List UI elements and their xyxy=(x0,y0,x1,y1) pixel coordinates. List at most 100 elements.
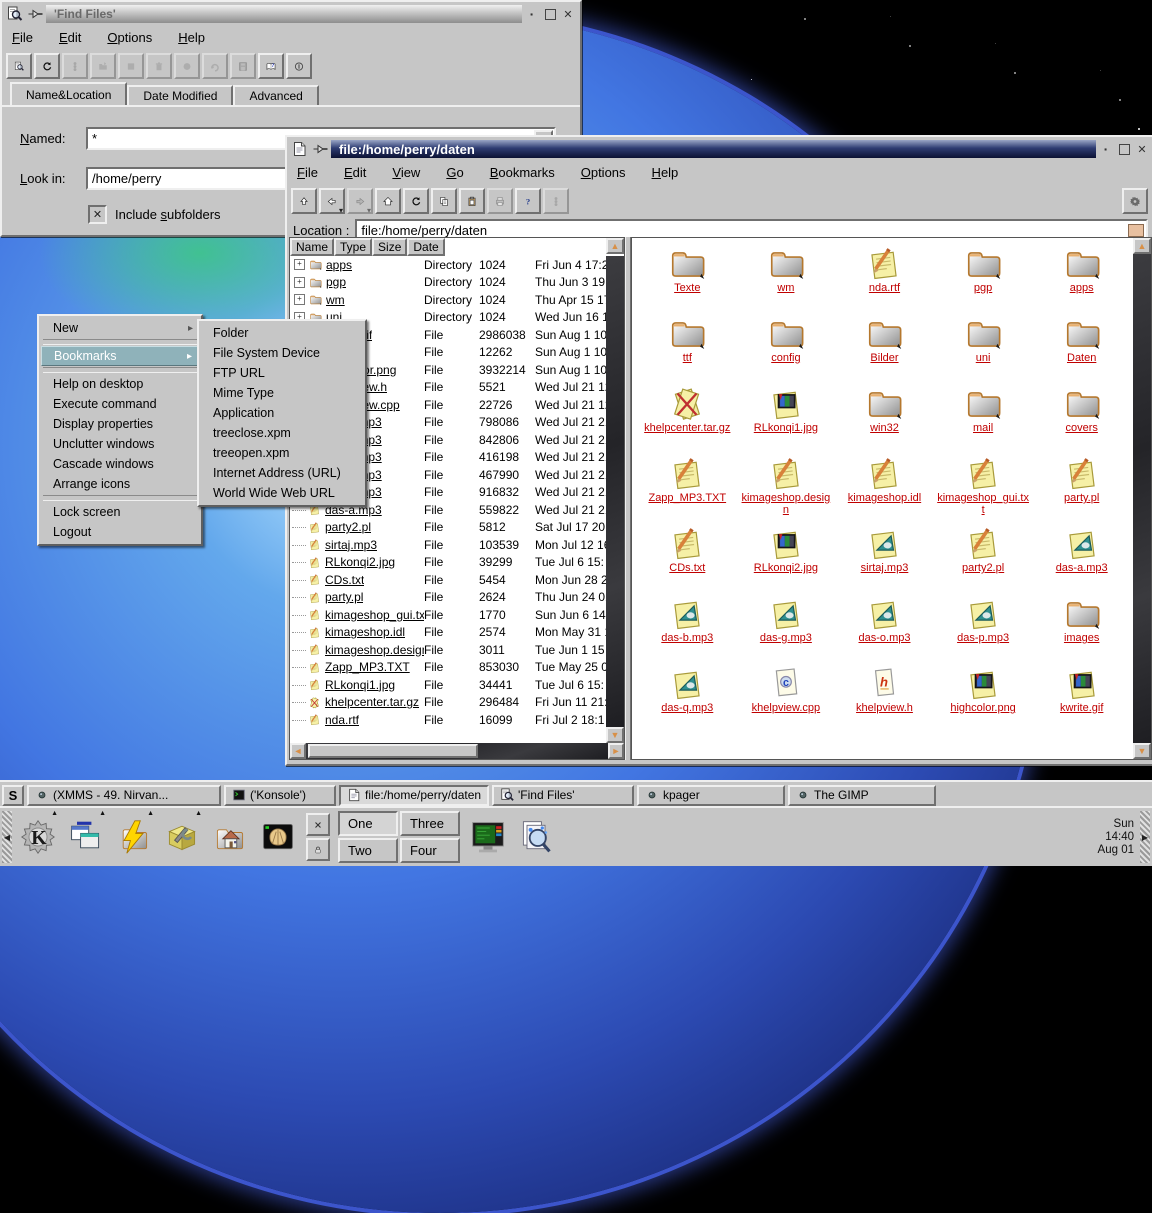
menu-item[interactable]: Options xyxy=(581,165,626,180)
table-row-note[interactable]: party2.pl File 5812 Sat Jul 17 20: xyxy=(290,519,606,537)
column-header[interactable]: Date xyxy=(407,238,444,256)
panel-launcher-findbig[interactable] xyxy=(512,812,560,862)
toolbar-button-find[interactable] xyxy=(6,53,32,79)
file-icon-folder[interactable]: images xyxy=(1032,594,1131,664)
toolbar-button-stop[interactable] xyxy=(543,188,569,214)
toolbar-button-trash[interactable] xyxy=(146,53,172,79)
table-row-folder[interactable]: +wm Directory 1024 Thu Apr 15 17 xyxy=(290,291,606,309)
file-icon-folder[interactable]: win32 xyxy=(835,384,934,454)
tab[interactable]: Advanced xyxy=(233,85,318,105)
table-row-note[interactable]: party.pl File 2624 Thu Jun 24 01 xyxy=(290,589,606,607)
panel-launcher-monitor[interactable] xyxy=(464,812,512,862)
tree-expander-icon[interactable]: + xyxy=(294,294,305,305)
menu-item[interactable]: Go xyxy=(446,165,463,180)
taskbar-task-kfmpage[interactable]: file:/home/perry/daten xyxy=(339,785,489,806)
submenu-item[interactable]: File System Device xyxy=(201,343,363,363)
file-icon-folder[interactable]: ttf xyxy=(638,314,737,384)
panel-hide-handle-right[interactable]: ▶ xyxy=(1140,811,1150,863)
file-icon-sound[interactable]: das-p.mp3 xyxy=(934,594,1033,664)
maximize-button[interactable] xyxy=(1116,141,1132,157)
toolbar-button-help[interactable] xyxy=(515,188,541,214)
scroll-up-button[interactable]: ▲ xyxy=(606,238,624,254)
toolbar-button-back[interactable] xyxy=(319,188,345,214)
submenu-item[interactable]: treeopen.xpm xyxy=(201,443,363,463)
toolbar-button-stop[interactable] xyxy=(62,53,88,79)
taskbar-task-dot[interactable]: kpager xyxy=(637,785,785,806)
menu-item[interactable]: Edit xyxy=(59,30,81,45)
table-row-note[interactable]: Zapp_MP3.TXT File 853030 Tue May 25 0 xyxy=(290,659,606,677)
menu-item[interactable]: Bookmarks▸ xyxy=(41,346,199,366)
table-row-note[interactable]: sirtaj.mp3 File 103539 Mon Jul 12 16 xyxy=(290,536,606,554)
column-header[interactable]: Size xyxy=(372,238,407,256)
sticky-pin-icon[interactable] xyxy=(27,6,44,22)
scroll-right-button[interactable]: ► xyxy=(608,743,624,759)
taskbar-task-dot[interactable]: (XMMS - 49. Nirvan... xyxy=(27,785,221,806)
minimize-button[interactable]: · xyxy=(524,6,540,22)
toolbar-button-reload[interactable] xyxy=(34,53,60,79)
file-icon-folder[interactable]: uni xyxy=(934,314,1033,384)
kfm-titlebar[interactable]: file:/home/perry/daten · ✕ xyxy=(289,139,1152,159)
file-icon-sound[interactable]: das-o.mp3 xyxy=(835,594,934,664)
file-icon-folder[interactable]: wm xyxy=(737,244,836,314)
file-icon-hdr[interactable]: khelpview.h xyxy=(835,664,934,734)
file-icon-note[interactable]: nda.rtf xyxy=(835,244,934,314)
submenu-item[interactable]: Internet Address (URL) xyxy=(201,463,363,483)
scroll-down-button[interactable]: ▼ xyxy=(606,727,624,743)
table-row-note[interactable]: kimageshop_gui.txt File 1770 Sun Jun 6 1… xyxy=(290,606,606,624)
scroll-left-button[interactable]: ◄ xyxy=(290,743,306,759)
pager-button[interactable]: One xyxy=(338,811,398,836)
taskbar-start-button[interactable]: S xyxy=(2,785,24,806)
submenu-item[interactable]: FTP URL xyxy=(201,363,363,383)
maximize-button[interactable] xyxy=(542,6,558,22)
toolbar-button-info[interactable] xyxy=(286,53,312,79)
file-icon-folder[interactable]: Bilder xyxy=(835,314,934,384)
file-icon-folder[interactable]: covers xyxy=(1032,384,1131,454)
toolbar-button-forward[interactable] xyxy=(347,188,373,214)
column-header[interactable]: Type xyxy=(334,238,372,256)
tree-expander-icon[interactable]: + xyxy=(294,277,305,288)
menu-item[interactable]: View xyxy=(392,165,420,180)
close-button[interactable]: ✕ xyxy=(560,6,576,22)
file-icon-sound[interactable]: das-a.mp3 xyxy=(1032,524,1131,594)
panel-launcher-flash[interactable] xyxy=(110,812,158,862)
pager-button[interactable]: Two xyxy=(338,838,398,863)
file-manager-window[interactable]: file:/home/perry/daten · ✕ FileEditViewG… xyxy=(285,135,1152,766)
table-row-note[interactable]: kimageshop.design File 3011 Tue Jun 1 15 xyxy=(290,641,606,659)
file-icon-note[interactable]: CDs.txt xyxy=(638,524,737,594)
table-row-note[interactable]: kimageshop.idl File 2574 Mon May 31 1 xyxy=(290,624,606,642)
toolbar-button-paste[interactable] xyxy=(459,188,485,214)
panel-launcher-shell[interactable] xyxy=(254,812,302,862)
panel-mini-button-lock[interactable] xyxy=(306,838,330,861)
file-icon-sound[interactable]: das-b.mp3 xyxy=(638,594,737,664)
file-icon-note[interactable]: Zapp_MP3.TXT xyxy=(638,454,737,524)
pager-button[interactable]: Four xyxy=(400,838,460,863)
file-icon-folder[interactable]: config xyxy=(737,314,836,384)
file-icon-tar[interactable]: khelpcenter.tar.gz xyxy=(638,384,737,454)
scrollbar-thumb[interactable] xyxy=(308,744,478,758)
panel-launcher-homedir[interactable] xyxy=(206,812,254,862)
toolbar-button-save[interactable] xyxy=(230,53,256,79)
file-icon-folder[interactable]: apps xyxy=(1032,244,1131,314)
file-icon-img[interactable]: RLkonqi1.jpg xyxy=(737,384,836,454)
menu-item[interactable]: Unclutter windows xyxy=(41,434,199,454)
file-icon-sound[interactable]: sirtaj.mp3 xyxy=(835,524,934,594)
menu-item[interactable]: Help xyxy=(178,30,205,45)
menu-item[interactable]: Help xyxy=(652,165,679,180)
menu-item[interactable]: Arrange icons xyxy=(41,474,199,494)
tab[interactable]: Name&Location xyxy=(10,82,127,105)
menu-item[interactable]: Display properties xyxy=(41,414,199,434)
toolbar-button-revert[interactable] xyxy=(202,53,228,79)
submenu-item[interactable]: treeclose.xpm xyxy=(201,423,363,443)
file-icon-note[interactable]: kimageshop.idl xyxy=(835,454,934,524)
menu-item[interactable] xyxy=(43,367,197,373)
panel-hide-handle-left[interactable]: ◀ xyxy=(2,811,12,863)
subfolders-checkbox[interactable]: ✕ xyxy=(88,205,107,224)
menu-item[interactable]: Cascade windows xyxy=(41,454,199,474)
file-icon-sound[interactable]: das-g.mp3 xyxy=(737,594,836,664)
menu-item[interactable]: File xyxy=(12,30,33,45)
toolbar-button-home[interactable] xyxy=(375,188,401,214)
menu-item[interactable] xyxy=(43,495,197,501)
submenu-item[interactable]: Mime Type xyxy=(201,383,363,403)
file-icon-folder[interactable]: mail xyxy=(934,384,1033,454)
table-row-note[interactable]: RLkonqi1.jpg File 34441 Tue Jul 6 15: xyxy=(290,676,606,694)
